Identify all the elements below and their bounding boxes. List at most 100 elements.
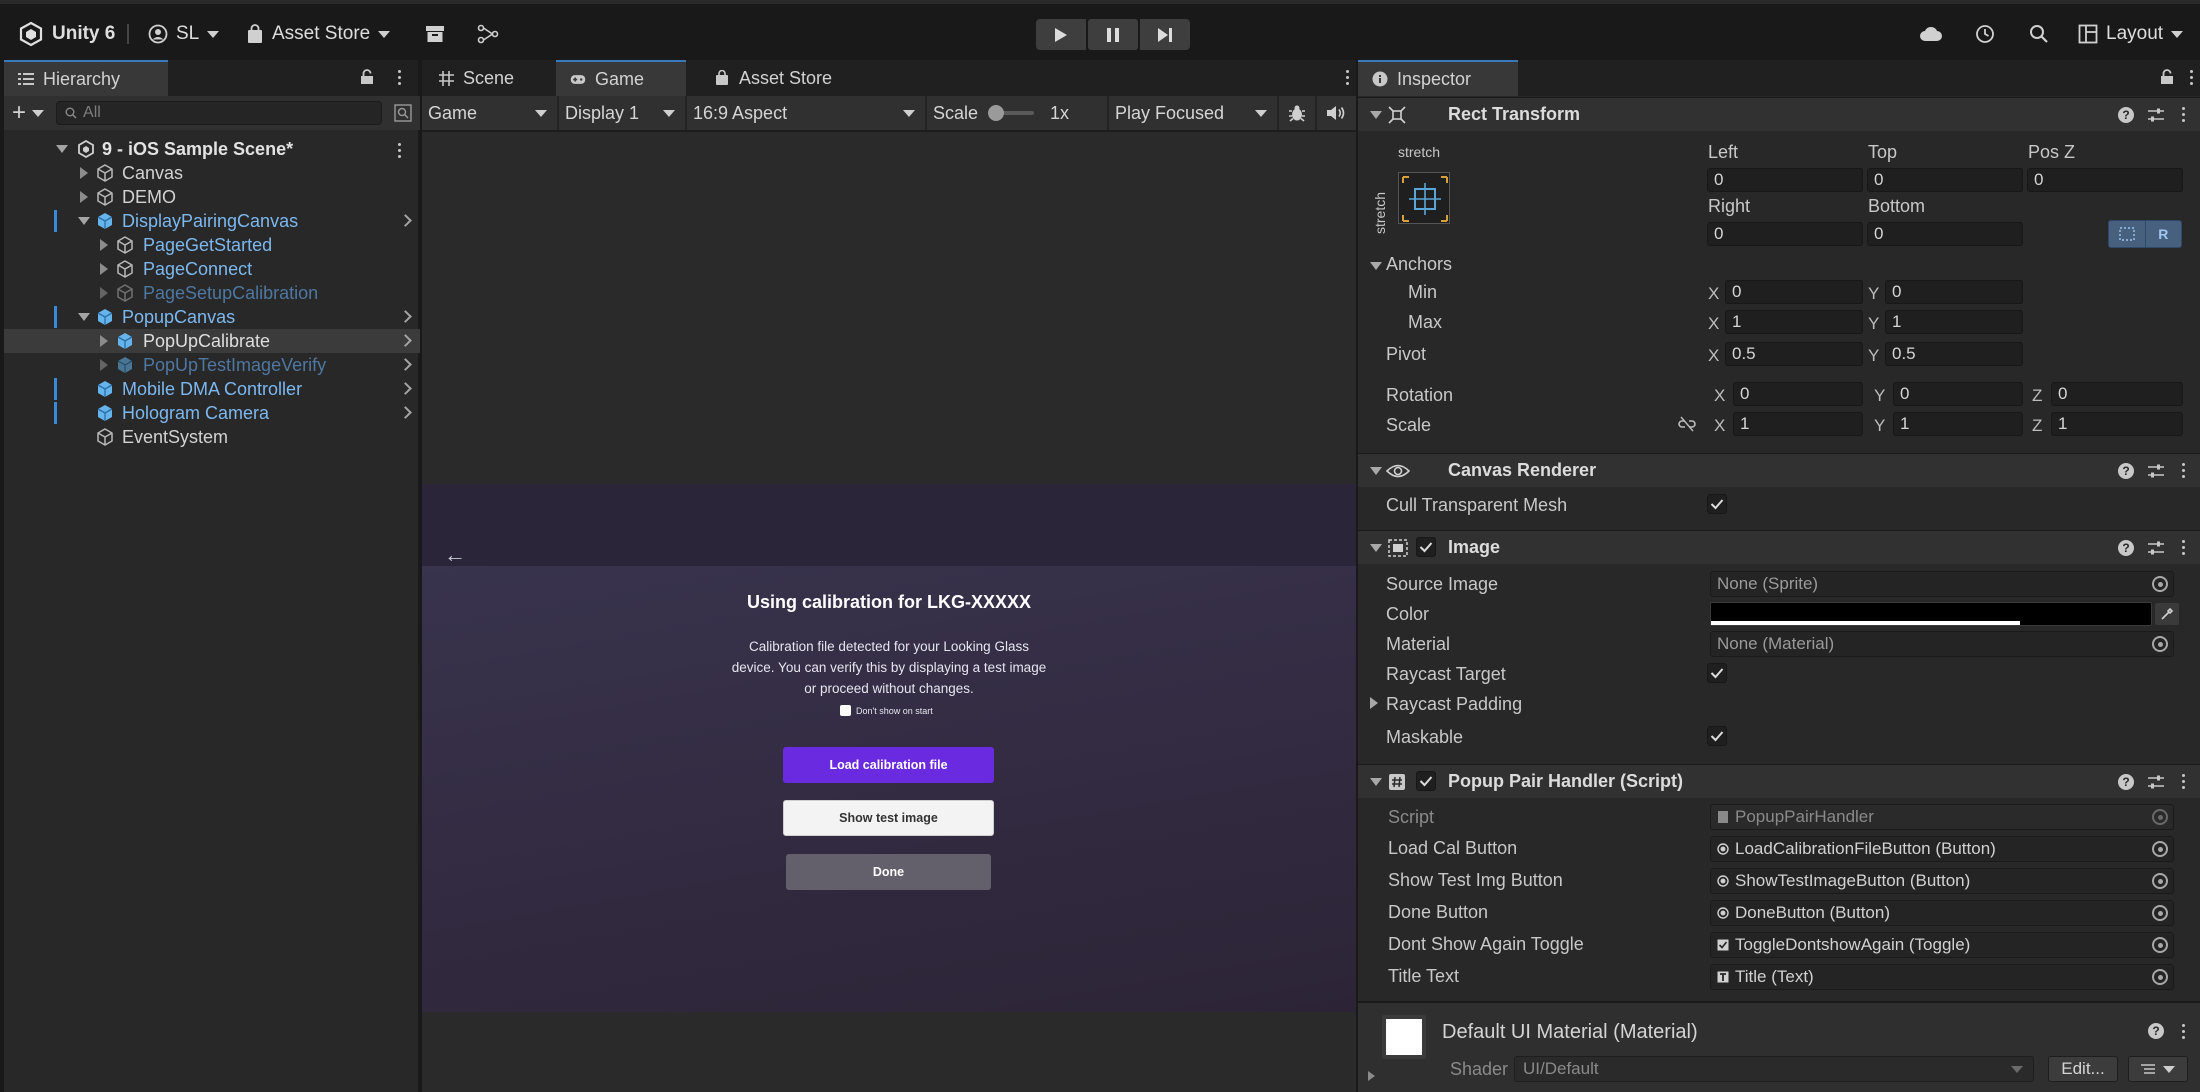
more-options-icon[interactable] bbox=[2178, 107, 2188, 122]
left-field[interactable]: 0 bbox=[1707, 168, 1863, 192]
collapse-arrow-icon[interactable] bbox=[1370, 778, 1382, 786]
more-options-icon[interactable] bbox=[394, 143, 404, 158]
raw-edit-icon[interactable]: R bbox=[2146, 221, 2182, 247]
scale-slider[interactable] bbox=[988, 105, 1035, 121]
expand-arrow-icon[interactable] bbox=[100, 335, 108, 347]
object-picker-icon[interactable] bbox=[2152, 576, 2168, 592]
object-picker-icon[interactable] bbox=[2152, 841, 2168, 857]
script-enabled-checkbox[interactable] bbox=[1416, 771, 1436, 791]
unity-menu[interactable]: Unity 6 bbox=[18, 18, 115, 50]
help-icon[interactable]: ? bbox=[2118, 462, 2134, 479]
tree-item-pagegetstarted[interactable]: PageGetStarted bbox=[4, 233, 420, 257]
tree-item-mobile-dma-controller[interactable]: Mobile DMA Controller bbox=[4, 377, 420, 401]
tree-item-displaypairingcanvas[interactable]: DisplayPairingCanvas bbox=[4, 209, 420, 233]
posz-field[interactable]: 0 bbox=[2027, 168, 2183, 192]
search-icon[interactable] bbox=[2025, 20, 2053, 48]
view-dropdown[interactable]: Game bbox=[422, 96, 559, 130]
image-enabled-checkbox[interactable] bbox=[1416, 537, 1436, 557]
tree-item-pageconnect[interactable]: PageConnect bbox=[4, 257, 420, 281]
back-arrow-icon[interactable]: ← bbox=[444, 542, 466, 568]
more-options-icon[interactable] bbox=[2178, 540, 2188, 555]
expand-arrow-icon[interactable] bbox=[80, 191, 88, 203]
scene-visibility-icon[interactable] bbox=[394, 104, 412, 122]
create-button[interactable]: + bbox=[12, 101, 45, 125]
tab-game[interactable]: Game bbox=[556, 60, 686, 96]
done-button[interactable]: Done bbox=[786, 854, 991, 890]
shader-options-button[interactable] bbox=[2128, 1056, 2188, 1082]
tree-item-hologram-camera[interactable]: Hologram Camera bbox=[4, 401, 420, 425]
tree-item-popuptestimageverify[interactable]: PopUpTestImageVerify bbox=[4, 353, 420, 377]
tab-inspector[interactable]: Inspector bbox=[1358, 60, 1518, 96]
pivot-y[interactable]: 0.5 bbox=[1885, 342, 2023, 366]
collapse-arrow-icon[interactable] bbox=[1370, 467, 1382, 475]
object-picker-icon[interactable] bbox=[2152, 937, 2168, 953]
help-icon[interactable]: ? bbox=[2118, 539, 2134, 556]
object-picker-icon[interactable] bbox=[2152, 905, 2168, 921]
blueprint-mode-icon[interactable] bbox=[2109, 221, 2146, 247]
done-button-field[interactable]: DoneButton (Button) bbox=[1710, 900, 2174, 926]
help-icon[interactable]: ? bbox=[2118, 773, 2134, 790]
chevron-right-icon[interactable] bbox=[399, 358, 412, 371]
maskable-checkbox[interactable] bbox=[1707, 726, 1727, 746]
more-options-icon[interactable] bbox=[2186, 70, 2196, 85]
show-test-img-button-field[interactable]: ShowTestImageButton (Button) bbox=[1710, 868, 2174, 894]
presets-icon[interactable] bbox=[2148, 464, 2164, 478]
tree-item-pagesetupcalibration[interactable]: PageSetupCalibration bbox=[4, 281, 420, 305]
chevron-right-icon[interactable] bbox=[399, 310, 412, 323]
help-icon[interactable]: ? bbox=[2148, 1023, 2164, 1039]
image-header[interactable]: Image ? bbox=[1358, 530, 2200, 564]
expand-arrow-icon[interactable] bbox=[78, 313, 90, 321]
chevron-right-icon[interactable] bbox=[399, 214, 412, 227]
rotation-z[interactable]: 0 bbox=[2051, 382, 2183, 406]
history-icon[interactable] bbox=[1971, 20, 1999, 48]
play-mode-dropdown[interactable]: Play Focused bbox=[1109, 96, 1279, 130]
chevron-right-icon[interactable] bbox=[399, 334, 412, 347]
display-dropdown[interactable]: Display 1 bbox=[559, 96, 687, 130]
edit-shader-button[interactable]: Edit... bbox=[2048, 1056, 2118, 1082]
right-field[interactable]: 0 bbox=[1707, 222, 1863, 246]
presets-icon[interactable] bbox=[2148, 108, 2164, 122]
expand-arrow-icon[interactable] bbox=[100, 239, 108, 251]
expand-arrow-icon[interactable] bbox=[100, 359, 108, 371]
scene-root-row[interactable]: 9 - iOS Sample Scene* bbox=[4, 137, 420, 161]
search-input[interactable]: All bbox=[56, 101, 382, 125]
shader-dropdown[interactable]: UI/Default bbox=[1514, 1056, 2034, 1082]
more-options-icon[interactable] bbox=[2178, 774, 2188, 789]
title-text-field[interactable]: Title (Text) bbox=[1710, 964, 2174, 990]
canvas-renderer-header[interactable]: Canvas Renderer ? bbox=[1358, 453, 2200, 487]
tab-scene[interactable]: Scene bbox=[424, 60, 528, 96]
audio-toggle[interactable] bbox=[1317, 96, 1355, 130]
account-dropdown[interactable]: SL bbox=[148, 18, 220, 50]
tree-item-popupcalibrate[interactable]: PopUpCalibrate bbox=[4, 329, 420, 353]
asset-store-dropdown[interactable]: Asset Store bbox=[246, 18, 391, 50]
cull-transparent-checkbox[interactable] bbox=[1707, 494, 1727, 514]
tree-item-popupcanvas[interactable]: PopupCanvas bbox=[4, 305, 420, 329]
layout-dropdown[interactable]: Layout bbox=[2078, 18, 2184, 50]
source-image-field[interactable]: None (Sprite) bbox=[1710, 571, 2174, 597]
collapse-arrow-icon[interactable] bbox=[1370, 262, 1382, 270]
object-picker-icon[interactable] bbox=[2152, 969, 2168, 985]
expand-arrow-icon[interactable] bbox=[100, 263, 108, 275]
color-swatch-field[interactable] bbox=[1710, 602, 2152, 626]
more-options-icon[interactable] bbox=[394, 70, 404, 85]
scale-y[interactable]: 1 bbox=[1893, 412, 2023, 436]
anchor-min-x[interactable]: 0 bbox=[1725, 280, 1863, 304]
load-calibration-button[interactable]: Load calibration file bbox=[783, 747, 994, 783]
version-control-icon[interactable] bbox=[474, 20, 502, 48]
aspect-dropdown[interactable]: 16:9 Aspect bbox=[687, 96, 927, 130]
tab-asset-store[interactable]: Asset Store bbox=[700, 60, 846, 96]
tab-hierarchy[interactable]: Hierarchy bbox=[4, 60, 168, 96]
collapse-arrow-icon[interactable] bbox=[1370, 544, 1382, 552]
expand-arrow-icon[interactable] bbox=[1368, 1071, 1375, 1081]
dont-show-toggle[interactable]: Don't show on start bbox=[840, 705, 933, 716]
tree-item-demo[interactable]: DEMO bbox=[4, 185, 420, 209]
more-options-icon[interactable] bbox=[2178, 463, 2188, 478]
pivot-x[interactable]: 0.5 bbox=[1725, 342, 1863, 366]
material-field[interactable]: None (Material) bbox=[1710, 631, 2174, 657]
unlink-icon[interactable] bbox=[1678, 416, 1696, 432]
tree-item-eventsystem[interactable]: EventSystem bbox=[4, 425, 420, 449]
script-header[interactable]: Popup Pair Handler (Script) ? bbox=[1358, 764, 2200, 798]
bug-toggle[interactable] bbox=[1279, 96, 1317, 130]
rotation-x[interactable]: 0 bbox=[1733, 382, 1863, 406]
cloud-icon[interactable] bbox=[1917, 20, 1945, 48]
